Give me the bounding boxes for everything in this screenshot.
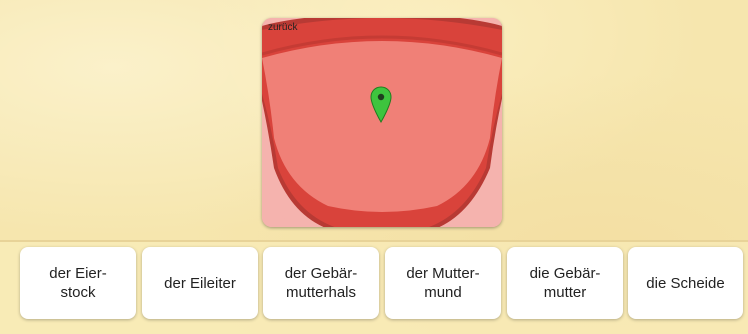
quiz-image-area: zurück bbox=[0, 0, 748, 240]
anatomy-image[interactable]: zurück bbox=[262, 18, 502, 227]
map-pin-icon[interactable] bbox=[370, 86, 392, 124]
back-link[interactable]: zurück bbox=[268, 22, 297, 33]
answer-options: der Eier- stock der Eileiter der Gebär- … bbox=[20, 247, 746, 319]
answer-button[interactable]: der Eileiter bbox=[142, 247, 258, 319]
answer-button[interactable]: die Gebär- mutter bbox=[507, 247, 623, 319]
answer-button[interactable]: der Mutter- mund bbox=[385, 247, 501, 319]
answer-button[interactable]: die Scheide bbox=[628, 247, 743, 319]
answer-button[interactable]: der Gebär- mutterhals bbox=[263, 247, 379, 319]
answer-button[interactable]: der Eier- stock bbox=[20, 247, 136, 319]
